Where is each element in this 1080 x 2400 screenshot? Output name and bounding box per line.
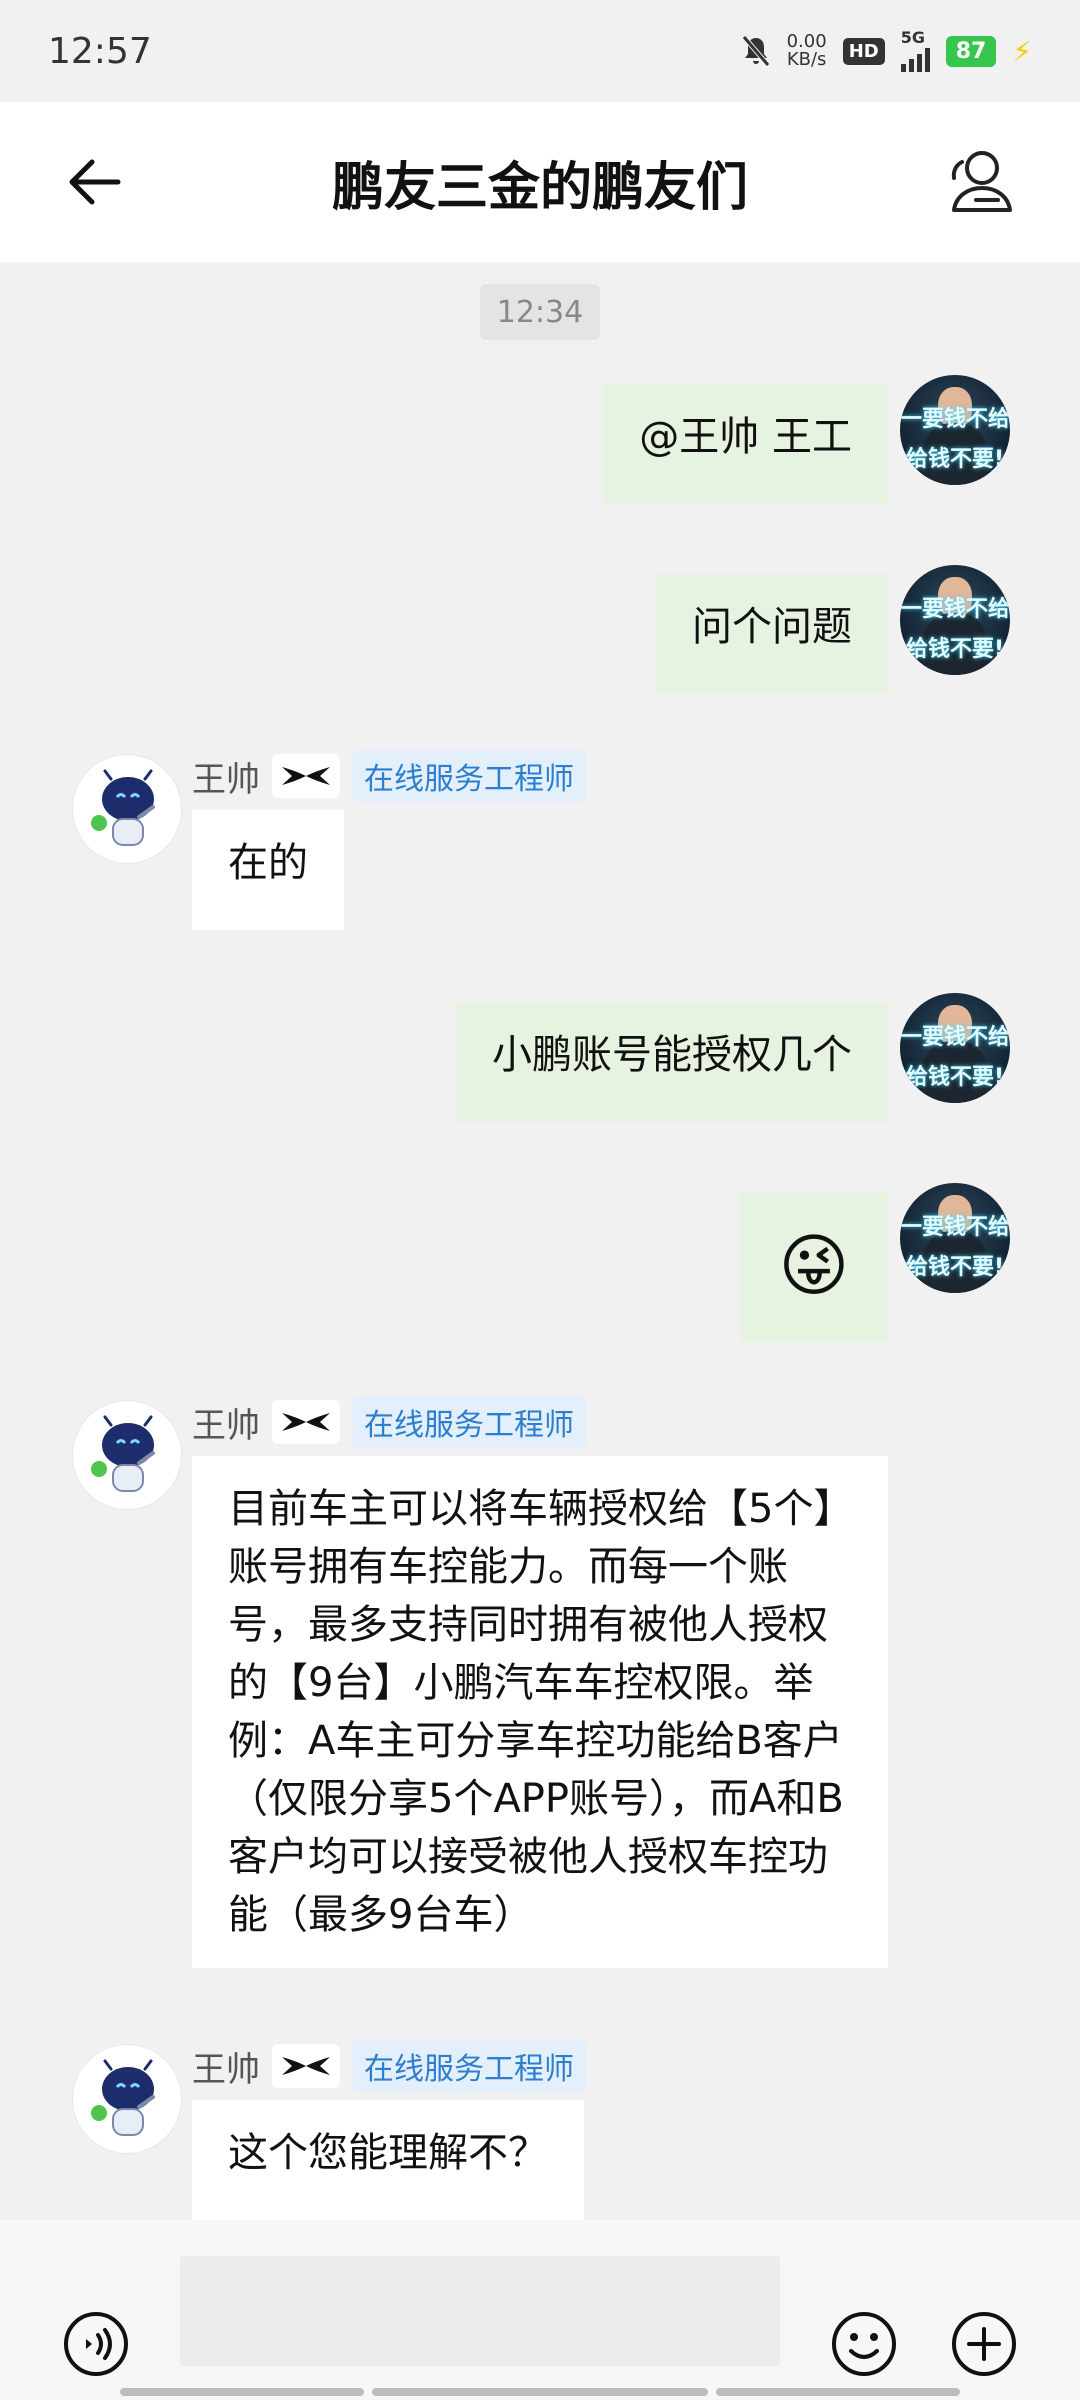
my-message-bubble[interactable]: 小鹏账号能授权几个 [456,1002,888,1122]
my-message-bubble[interactable]: @王帅 王工 [603,384,888,504]
sender-row: 王帅 在线服务工程师 [192,1396,586,1448]
robot-avatar[interactable] [72,1400,182,1510]
robot-avatar[interactable] [72,2044,182,2154]
avatar-text-line2: 给钱不要! [905,1255,1005,1280]
role-badge: 在线服务工程师 [352,1396,586,1448]
charging-icon: ⚡ [1012,34,1032,68]
avatar-text-line1: 一要钱不给 [900,597,1010,622]
plus-icon[interactable] [950,2310,1018,2378]
avatar-text-line2: 给钱不要! [905,447,1005,472]
bot-message-bubble[interactable]: 在的 [192,810,344,930]
chat-header: 鹏友三金的鹏友们 [0,102,1080,262]
message-text: 问个问题 [692,604,852,650]
battery-level: 87 [945,35,997,67]
network-type: 5G [900,28,925,47]
net-speed-unit: KB/s [786,49,827,70]
message-text: 目前车主可以将车辆授权给【5个】账号拥有车控能力。而每一个账号，最多支持同时拥有… [228,1486,844,1938]
message-text: 在的 [228,840,308,886]
group-members-icon[interactable] [940,142,1020,222]
my-message-bubble[interactable]: 问个问题 [656,574,888,694]
sender-name: 王帅 [192,759,260,800]
role-badge: 在线服务工程师 [352,750,586,802]
input-bar [0,2220,1080,2400]
hd-badge: HD [842,37,885,65]
message-text: 这个您能理解不？ [228,2130,548,2176]
emoji-message: 😜 [778,1227,850,1306]
my-avatar[interactable]: 一要钱不给 给钱不要! [900,375,1010,485]
xpeng-logo-icon [272,754,340,798]
mute-bell-icon [741,35,771,67]
avatar-text-line2: 给钱不要! [905,1065,1005,1090]
chat-message-list[interactable]: 12:34 @王帅 王工 一要钱不给 给钱不要! 问个问题 一要钱不给 给钱不要… [0,262,1080,2220]
avatar-text-line1: 一要钱不给 [900,1215,1010,1240]
robot-avatar[interactable] [72,754,182,864]
bot-message-bubble[interactable]: 目前车主可以将车辆授权给【5个】账号拥有车控能力。而每一个账号，最多支持同时拥有… [192,1456,888,1968]
sender-row: 王帅 在线服务工程师 [192,750,586,802]
xpeng-logo-icon [272,2044,340,2088]
xpeng-logo-icon [272,1400,340,1444]
message-text: @王帅 王工 [639,414,852,460]
nav-gesture-bar [716,2388,960,2396]
avatar-text-line2: 给钱不要! [905,637,1005,662]
sender-name: 王帅 [192,2049,260,2090]
sender-row: 王帅 在线服务工程师 [192,2040,586,2092]
avatar-text-line1: 一要钱不给 [900,1025,1010,1050]
nav-gesture-bar [120,2388,364,2396]
emoji-icon[interactable] [830,2310,898,2378]
role-badge: 在线服务工程师 [352,2040,586,2092]
my-avatar[interactable]: 一要钱不给 给钱不要! [900,993,1010,1103]
chat-title: 鹏友三金的鹏友们 [331,157,748,218]
net-speed: 0.00 KB/s [787,33,827,69]
back-arrow-icon[interactable] [60,147,130,217]
message-text: 小鹏账号能授权几个 [492,1032,852,1078]
sender-name: 王帅 [192,1405,260,1446]
message-input[interactable] [180,2256,780,2366]
status-bar: 12:57 0.00 KB/s HD 5G 87 ⚡ [0,0,1080,102]
bot-message-bubble[interactable]: 这个您能理解不？ [192,2100,584,2220]
voice-input-icon[interactable] [62,2310,130,2378]
my-avatar[interactable]: 一要钱不给 给钱不要! [900,1183,1010,1293]
message-timestamp: 12:34 [480,284,600,340]
status-time: 12:57 [48,30,152,72]
my-message-bubble[interactable]: 😜 [740,1192,888,1342]
nav-gesture-bar [372,2388,708,2396]
avatar-text-line1: 一要钱不给 [900,407,1010,432]
my-avatar[interactable]: 一要钱不给 给钱不要! [900,565,1010,675]
signal-icon: 5G [900,28,930,72]
